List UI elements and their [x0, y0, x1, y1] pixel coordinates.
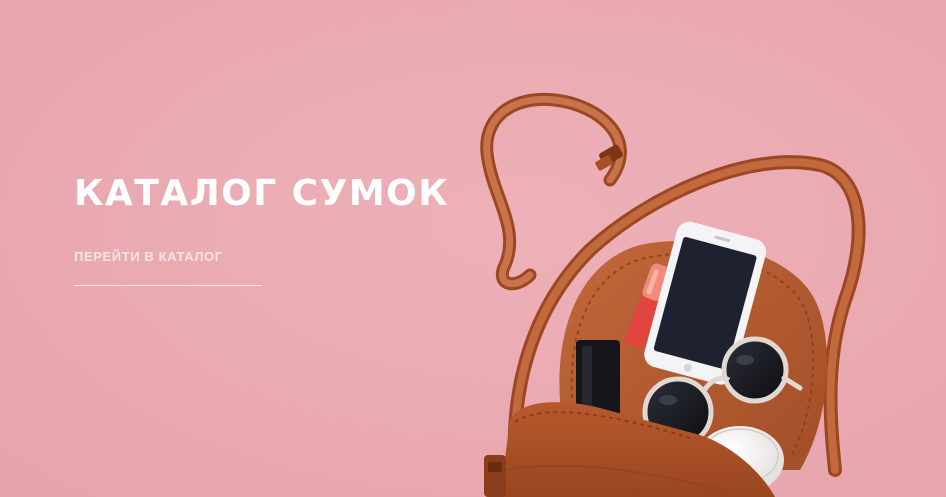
- catalog-banner: КАТАЛОГ СУМОК ПЕРЕЙТИ В КАТАЛОГ: [0, 0, 946, 497]
- go-to-catalog-link[interactable]: ПЕРЕЙТИ В КАТАЛОГ: [74, 249, 262, 286]
- page-title: КАТАЛОГ СУМОК: [74, 173, 450, 214]
